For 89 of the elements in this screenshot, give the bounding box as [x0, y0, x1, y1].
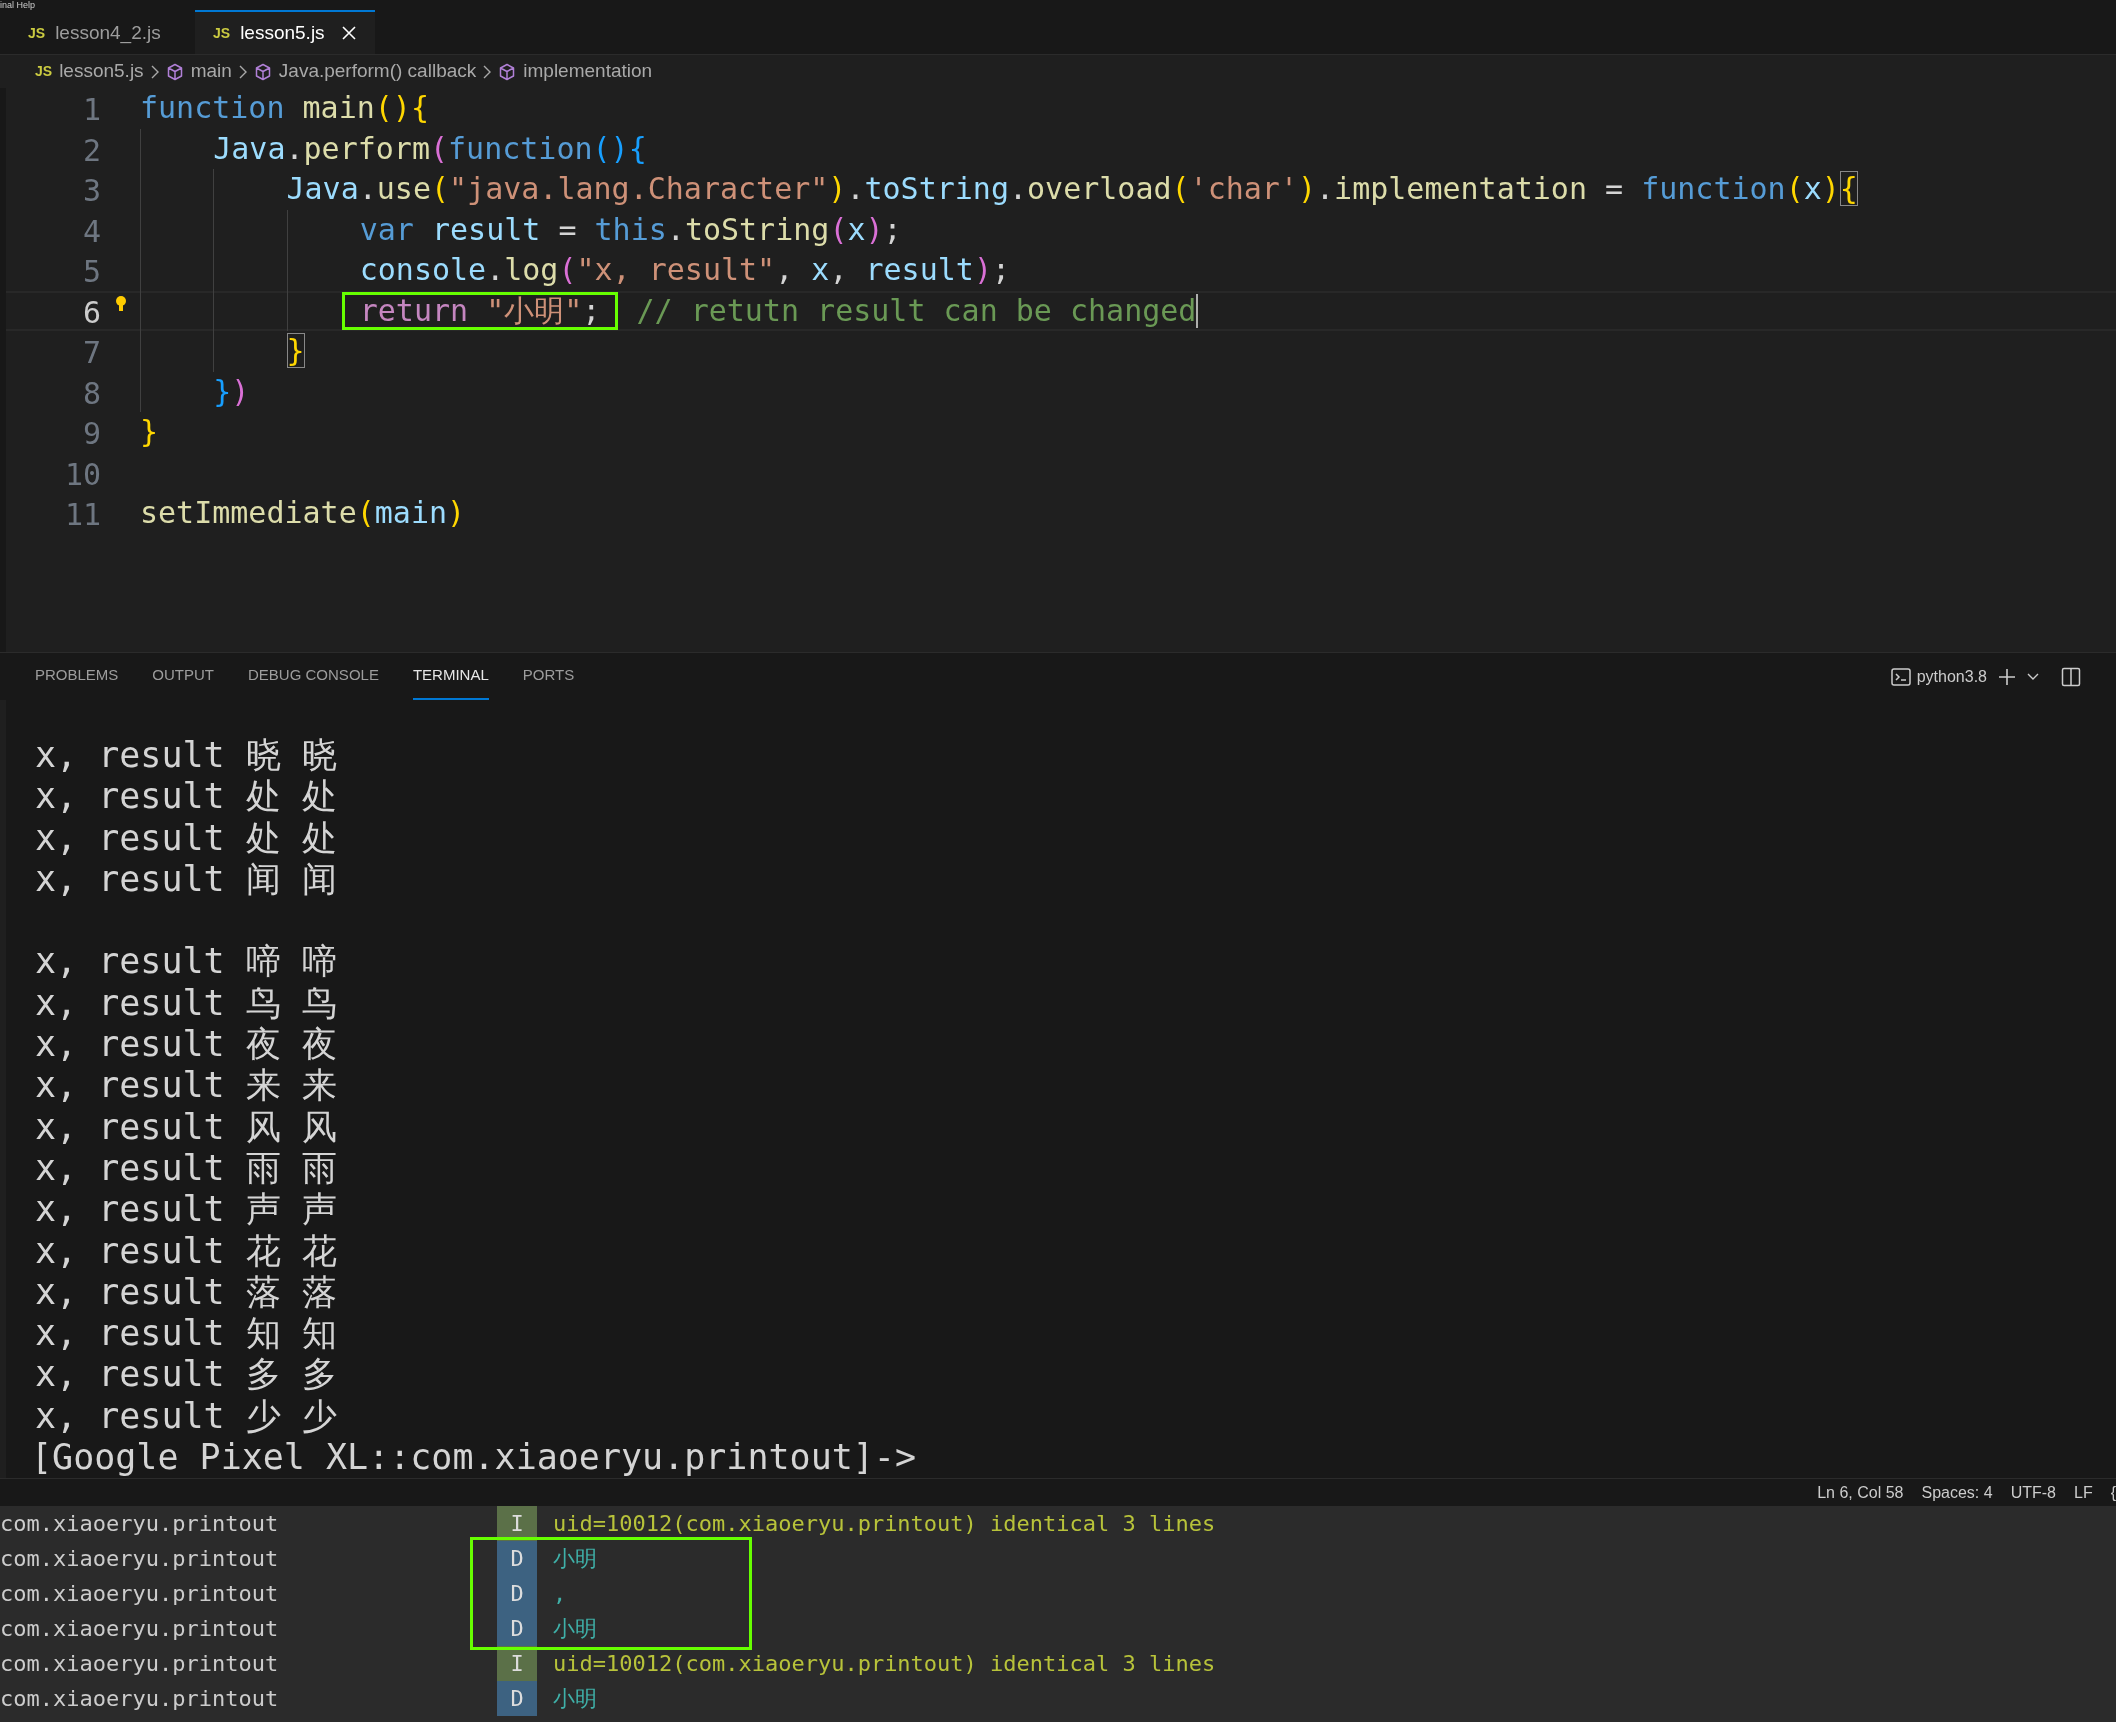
chevron-right-icon	[482, 64, 493, 79]
log-level-badge: D	[497, 1576, 537, 1611]
terminal-line: x, result 闻 闻	[35, 858, 337, 899]
code-text: Java.perform(function(){	[213, 129, 647, 168]
terminal-line: x, result 花 花	[35, 1230, 337, 1271]
log-message: uid=10012(com.xiaoeryu.printout) identical 3 lines	[553, 1510, 1216, 1538]
package-name: com.xiaoeryu.printout	[0, 1510, 280, 1538]
status-item[interactable]: Ln 6, Col 58	[1817, 1480, 1904, 1505]
line-number: 8	[81, 374, 101, 410]
code-text: function main(){	[140, 89, 429, 127]
terminal-line: x, result 雨 雨	[35, 1147, 337, 1188]
status-item[interactable]: Spaces: 4	[1921, 1480, 1993, 1505]
line-number: 10	[63, 455, 101, 491]
line-number: 9	[81, 415, 101, 451]
breadcrumb-item[interactable]: Java.perform() callback	[253, 57, 477, 86]
js-file-icon: JS	[35, 61, 53, 82]
code-text: }	[140, 413, 159, 451]
line-number: 5	[81, 253, 101, 289]
code-text: })	[213, 372, 250, 411]
cube-icon	[498, 62, 517, 81]
log-level-badge: D	[497, 1611, 537, 1646]
code-text: var result = this.toString(x);	[359, 210, 902, 249]
log-message: 小明	[553, 1685, 597, 1713]
code-text: }	[286, 332, 305, 370]
log-level-badge: I	[497, 1506, 537, 1541]
line-number: 2	[81, 131, 101, 167]
package-name: com.xiaoeryu.printout	[0, 1545, 280, 1573]
log-level-badge: I	[497, 1646, 537, 1681]
line-number: 1	[81, 91, 101, 127]
breadcrumb-item[interactable]: JS lesson5.js	[35, 57, 144, 86]
status-item[interactable]: UTF-8	[2010, 1480, 2056, 1505]
log-message: 小明	[553, 1545, 597, 1573]
terminal-line: x, result 晓 晓	[35, 735, 337, 775]
terminal-line: x, result 多 多	[35, 1354, 337, 1395]
terminal-icon	[1890, 667, 1911, 686]
log-message: ,	[553, 1580, 567, 1608]
terminal-profile-button[interactable]: python3.8	[1890, 664, 1987, 689]
cube-icon	[253, 62, 272, 81]
chevron-right-icon	[237, 64, 248, 79]
line-number: 6	[81, 293, 101, 329]
split-panel-icon[interactable]	[2061, 666, 2081, 687]
package-name: com.xiaoeryu.printout	[0, 1650, 280, 1678]
status-item[interactable]: {	[2110, 1480, 2116, 1505]
terminal-line: x, result 处 处	[35, 817, 337, 858]
code-text: Java.use("java.lang.Character").toString.overload('char').implementation = function(x){	[286, 170, 1858, 208]
chevron-down-icon[interactable]	[2027, 672, 2039, 681]
lightbulb-icon[interactable]	[113, 294, 128, 313]
terminal-line: x, result 来 来	[35, 1065, 337, 1106]
line-number: 3	[81, 172, 101, 208]
close-icon[interactable]	[340, 25, 357, 41]
menu-text: inal Help	[0, 0, 36, 10]
status-item[interactable]: LF	[2074, 1480, 2093, 1505]
cube-icon	[165, 62, 184, 81]
package-name: com.xiaoeryu.printout	[0, 1615, 280, 1643]
package-name: com.xiaoeryu.printout	[0, 1580, 280, 1608]
code-text: // retutn result can be changed	[635, 291, 1197, 330]
log-level-badge: D	[497, 1681, 537, 1716]
chevron-right-icon	[149, 64, 160, 79]
terminal-line: x, result 声 声	[35, 1189, 337, 1230]
terminal-line: x, result 啼 啼	[35, 941, 337, 982]
terminal-line: x, result 知 知	[35, 1313, 337, 1354]
breadcrumb-item[interactable]: implementation	[498, 57, 653, 86]
panel-tab[interactable]: PROBLEMS	[35, 653, 119, 700]
panel-tab[interactable]: OUTPUT	[152, 653, 215, 700]
line-number: 7	[81, 334, 101, 370]
terminal-line: x, result 风 风	[35, 1106, 337, 1147]
terminal-line: x, result 鸟 鸟	[35, 982, 337, 1023]
plus-icon[interactable]	[1997, 666, 2017, 687]
terminal-line: x, result 处 处	[35, 776, 337, 817]
breadcrumb-item[interactable]: main	[165, 57, 232, 86]
panel-tab[interactable]: PORTS	[522, 653, 575, 700]
editor-tab[interactable]: JS lesson4_2.js	[10, 10, 195, 54]
terminal-line: x, result 夜 夜	[35, 1024, 337, 1065]
panel-tab[interactable]: DEBUG CONSOLE	[248, 653, 379, 700]
terminal-prompt: [Google Pixel XL::com.xiaoeryu.printout]->	[31, 1437, 916, 1478]
terminal-line: x, result 落 落	[35, 1271, 337, 1312]
code-text: setImmediate(main)	[140, 494, 466, 532]
log-level-badge: D	[497, 1541, 537, 1576]
package-name: com.xiaoeryu.printout	[0, 1685, 280, 1713]
terminal-line: x, result 少 少	[35, 1395, 337, 1436]
log-message: uid=10012(com.xiaoeryu.printout) identical 3 lines	[553, 1650, 1216, 1678]
line-number: 4	[81, 212, 101, 248]
code-text: console.log("x, result", x, result);	[359, 251, 1010, 289]
editor-tab[interactable]: JS lesson5.js	[195, 10, 375, 54]
js-file-icon: JS	[213, 22, 231, 44]
js-file-icon: JS	[28, 22, 46, 44]
log-message: 小明	[553, 1615, 597, 1643]
line-number: 11	[63, 496, 101, 532]
highlight-box: return "小明";	[341, 291, 619, 330]
